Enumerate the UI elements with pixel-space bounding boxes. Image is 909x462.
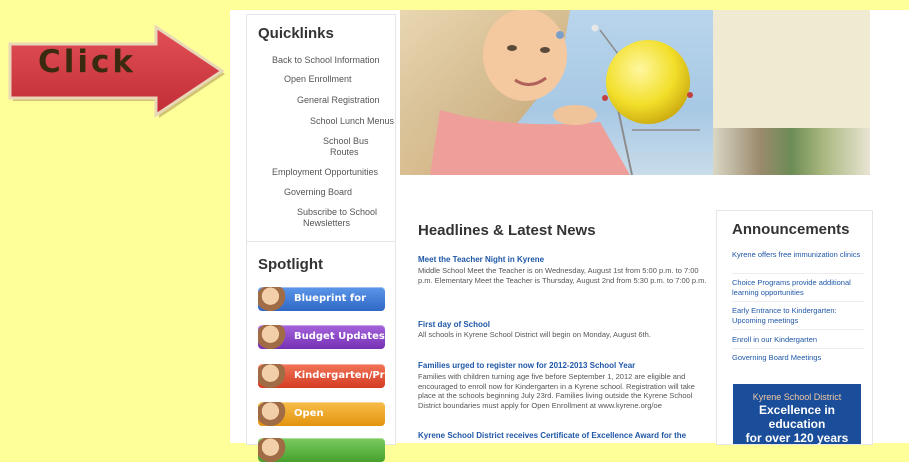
- quicklink-school-bus-line1: School Bus: [323, 136, 369, 146]
- district-excellence-badge[interactable]: Kyrene School District Excellence in edu…: [733, 384, 861, 445]
- spotlight-budget-label: Budget Updates: [294, 331, 385, 342]
- announcement-board-meetings[interactable]: Governing Board Meetings: [732, 353, 864, 363]
- announcement-immunization[interactable]: Kyrene offers free immunization clinics: [732, 250, 864, 260]
- spotlight-open-enrollment-label: Open Enrollment: [294, 408, 324, 419]
- spotlight-kindergarten-button[interactable]: Kindergarten/Preschool: [258, 364, 385, 388]
- spotlight-title: Spotlight: [258, 256, 323, 273]
- spotlight-green-button[interactable]: [258, 438, 385, 462]
- spotlight-blueprint-button[interactable]: Blueprint for Kyrene: [258, 287, 385, 311]
- spotlight-budget-button[interactable]: Budget Updates: [258, 325, 385, 349]
- student-photo-thumbnail: [258, 364, 288, 388]
- student-photo-thumbnail: [258, 325, 288, 349]
- headline-link-first-day[interactable]: First day of School: [418, 320, 490, 329]
- spotlight-panel: Spotlight Blueprint for Kyrene Budget Up…: [246, 241, 396, 462]
- divider: [732, 301, 864, 302]
- quicklink-general-registration[interactable]: General Registration: [297, 95, 380, 106]
- quicklink-school-lunch-menus[interactable]: School Lunch Menus: [310, 116, 394, 127]
- announcements-title: Announcements: [732, 221, 850, 238]
- headline-link-register[interactable]: Families urged to register now for 2012-…: [418, 361, 635, 370]
- student-photo-thumbnail: [258, 438, 288, 462]
- spotlight-open-enrollment-button[interactable]: Open Enrollment: [258, 402, 385, 426]
- quicklinks-panel: Quicklinks Back to School Information Op…: [246, 14, 396, 242]
- badge-tagline: Excellence in education: [758, 403, 836, 431]
- student-photo-thumbnail: [258, 287, 288, 311]
- quicklink-newsletters-line2: Newsletters: [303, 218, 351, 228]
- announcement-choice-programs[interactable]: Choice Programs provide additional learn…: [732, 278, 864, 297]
- student-photo-thumbnail: [258, 402, 288, 426]
- headline-link-certificate[interactable]: Kyrene School District receives Certific…: [418, 431, 686, 440]
- girl-with-solar-model-image: [400, 10, 700, 175]
- headline-body-meet-teacher: Middle School Meet the Teacher is on Wed…: [418, 266, 707, 285]
- headlines-title: Headlines & Latest News: [418, 222, 596, 239]
- spotlight-blueprint-label: Blueprint for Kyrene: [294, 293, 367, 304]
- announcements-panel: Announcements Kyrene offers free immuniz…: [716, 210, 873, 445]
- divider: [732, 348, 864, 349]
- hero-photo: [400, 10, 713, 175]
- quicklink-governing-board[interactable]: Governing Board: [284, 187, 352, 198]
- hero-side-photo: [713, 128, 870, 175]
- quicklink-back-to-school[interactable]: Back to School Information: [272, 55, 380, 66]
- headline-body-first-day: All schools in Kyrene School District wi…: [418, 330, 651, 339]
- quicklink-open-enrollment[interactable]: Open Enrollment: [284, 74, 352, 85]
- headline-body-register: Families with children turning age five …: [418, 372, 695, 410]
- quicklinks-title: Quicklinks: [258, 25, 334, 42]
- click-label: Click: [38, 44, 136, 80]
- announcement-early-entrance[interactable]: Early Entrance to Kindergarten: Upcoming…: [732, 306, 864, 325]
- badge-district-name: Kyrene School District: [752, 392, 842, 402]
- quicklink-employment[interactable]: Employment Opportunities: [272, 167, 378, 178]
- divider: [732, 273, 864, 274]
- spotlight-kindergarten-label: Kindergarten/Preschool: [294, 370, 385, 381]
- quicklink-newsletters-line1: Subscribe to School: [297, 207, 378, 217]
- quicklink-newsletters[interactable]: Subscribe to School Newsletters: [297, 207, 377, 229]
- quicklink-school-bus-routes[interactable]: School Bus Routes: [323, 136, 369, 158]
- headline-link-meet-teacher[interactable]: Meet the Teacher Night in Kyrene: [418, 255, 544, 264]
- divider: [732, 329, 864, 330]
- announcement-enroll-kindergarten[interactable]: Enroll in our Kindergarten: [732, 335, 864, 345]
- headlines-section: Headlines & Latest News Meet the Teacher…: [400, 207, 712, 443]
- quicklink-school-bus-line2: Routes: [330, 147, 359, 157]
